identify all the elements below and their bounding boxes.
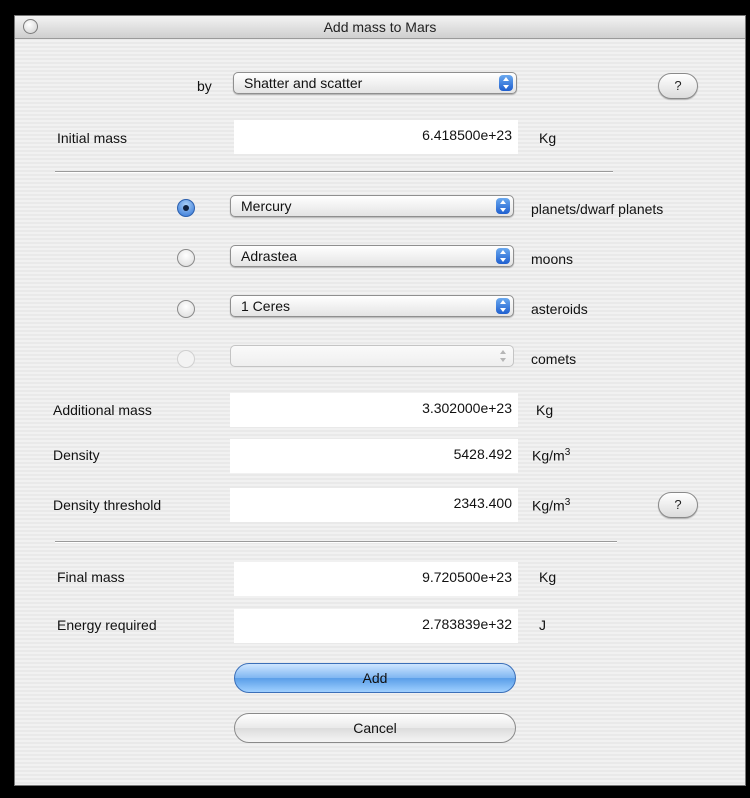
asteroids-category-label: asteroids bbox=[531, 301, 588, 317]
popup-arrows-icon bbox=[496, 198, 510, 214]
radio-planets[interactable] bbox=[177, 199, 195, 217]
comets-category-label: comets bbox=[531, 351, 577, 367]
density-unit-base: Kg/m bbox=[532, 447, 565, 464]
final-mass-label: Final mass bbox=[57, 569, 125, 585]
help-button-density[interactable]: ? bbox=[658, 492, 698, 518]
cancel-button[interactable]: Cancel bbox=[234, 713, 516, 743]
moons-select[interactable]: Adrastea bbox=[230, 245, 514, 267]
asteroids-select-value: 1 Ceres bbox=[241, 298, 291, 314]
method-label: by bbox=[197, 78, 212, 94]
energy-required-label: Energy required bbox=[57, 617, 157, 633]
additional-mass-field[interactable]: 3.302000e+23 bbox=[230, 393, 518, 427]
asteroids-select[interactable]: 1 Ceres bbox=[230, 295, 514, 317]
comets-select[interactable] bbox=[230, 345, 514, 367]
popup-arrows-icon bbox=[499, 75, 513, 91]
method-select-value: Shatter and scatter bbox=[244, 75, 363, 91]
density-threshold-unit-base: Kg/m bbox=[532, 497, 565, 514]
initial-mass-unit: Kg bbox=[539, 130, 557, 146]
dialog-window: Add mass to Mars by Shatter and scatter … bbox=[14, 15, 746, 786]
planets-category-label: planets/dwarf planets bbox=[531, 201, 664, 217]
moons-category-label: moons bbox=[531, 251, 574, 267]
additional-mass-label: Additional mass bbox=[53, 402, 152, 418]
energy-required-field[interactable]: 2.783839e+32 bbox=[234, 609, 518, 643]
title-bar[interactable]: Add mass to Mars bbox=[15, 16, 745, 39]
popup-arrows-icon bbox=[496, 248, 510, 264]
popup-arrows-icon bbox=[496, 348, 510, 364]
radio-comets[interactable] bbox=[177, 350, 195, 368]
density-threshold-field[interactable]: 2343.400 bbox=[230, 488, 518, 522]
density-threshold-unit: Kg/m3 bbox=[532, 497, 570, 514]
separator-bottom bbox=[55, 541, 617, 543]
energy-required-unit: J bbox=[539, 617, 546, 633]
density-label: Density bbox=[53, 447, 100, 463]
additional-mass-unit: Kg bbox=[536, 402, 554, 418]
add-button[interactable]: Add bbox=[234, 663, 516, 693]
moons-select-value: Adrastea bbox=[241, 248, 298, 264]
density-field[interactable]: 5428.492 bbox=[230, 439, 518, 473]
help-button-method[interactable]: ? bbox=[658, 73, 698, 99]
method-select[interactable]: Shatter and scatter bbox=[233, 72, 517, 94]
radio-moons[interactable] bbox=[177, 249, 195, 267]
separator-top bbox=[55, 171, 613, 173]
density-threshold-unit-exponent: 3 bbox=[564, 497, 571, 508]
density-unit-exponent: 3 bbox=[564, 447, 571, 458]
planets-select-value: Mercury bbox=[241, 198, 292, 214]
density-unit: Kg/m3 bbox=[532, 447, 570, 464]
density-threshold-label: Density threshold bbox=[53, 497, 162, 513]
planets-select[interactable]: Mercury bbox=[230, 195, 514, 217]
initial-mass-field[interactable]: 6.418500e+23 bbox=[234, 120, 518, 154]
final-mass-unit: Kg bbox=[539, 569, 557, 585]
final-mass-field[interactable]: 9.720500e+23 bbox=[234, 562, 518, 596]
window-title: Add mass to Mars bbox=[323, 19, 437, 35]
initial-mass-label: Initial mass bbox=[57, 130, 128, 146]
radio-asteroids[interactable] bbox=[177, 300, 195, 318]
popup-arrows-icon bbox=[496, 298, 510, 314]
